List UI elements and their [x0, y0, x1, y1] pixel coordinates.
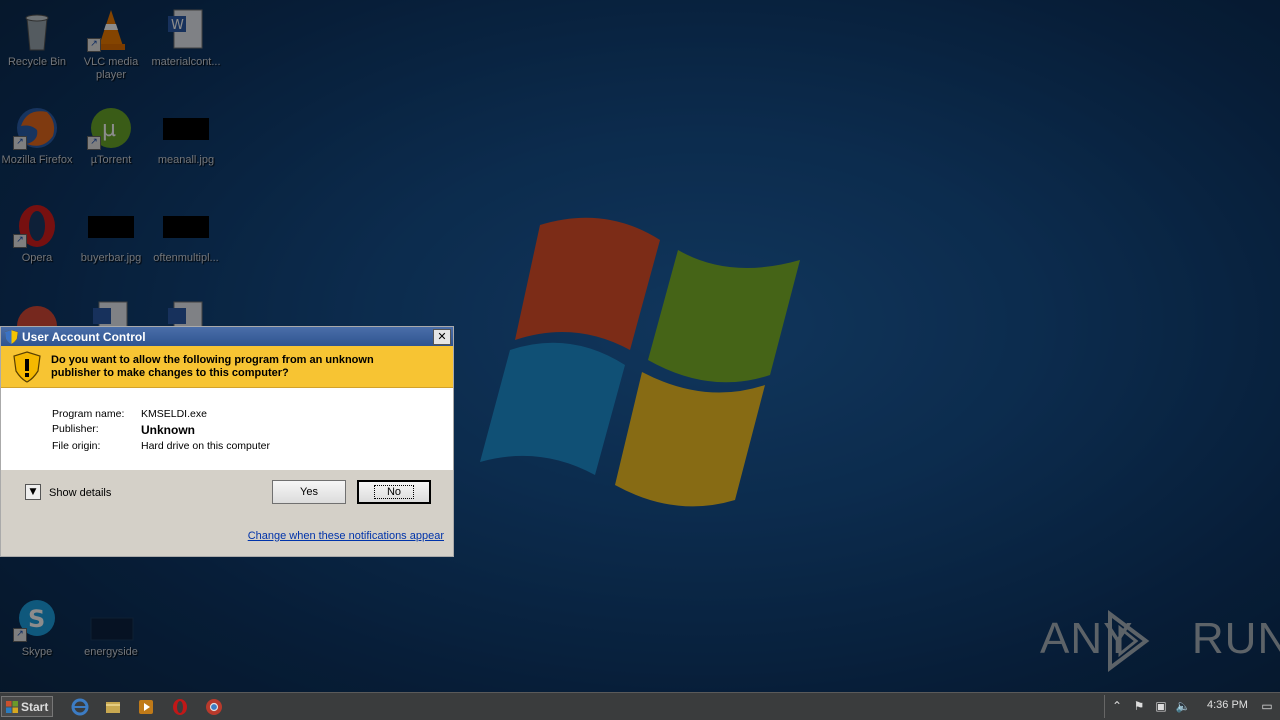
file-explorer-icon[interactable]: [104, 698, 122, 716]
svg-text:W: W: [171, 18, 184, 33]
image-thumbnail-icon: [87, 202, 135, 250]
file-origin-row: File origin: Hard drive on this computer: [52, 440, 270, 452]
svg-text:S: S: [28, 605, 45, 633]
uac-dialog: User Account Control ✕ Do you want to al…: [0, 326, 454, 557]
system-tray: ⌃ ⚑ ▣ 🔈 4:36 PM ▭: [1104, 695, 1278, 718]
publisher-row: Publisher: Unknown: [52, 423, 195, 437]
desktop-icon-oftenmultipl[interactable]: oftenmultipl...: [149, 202, 223, 265]
desktop-icon-opera[interactable]: ↗ Opera: [0, 202, 74, 265]
icon-label: buyerbar.jpg: [80, 252, 142, 264]
desktop-icon-vlc[interactable]: ↗ VLC media player: [74, 6, 148, 82]
show-details-label[interactable]: Show details: [49, 487, 111, 499]
desktop-icon-materialcont[interactable]: W materialcont...: [149, 6, 223, 69]
no-button-label: No: [373, 485, 415, 499]
firefox-icon: ↗: [13, 104, 61, 152]
icon-label: Skype: [21, 646, 53, 658]
icon-label: Opera: [21, 252, 53, 264]
icon-label: Mozilla Firefox: [1, 154, 73, 166]
image-thumbnail-icon: [87, 596, 135, 644]
chevron-down-icon: ▼: [29, 487, 37, 497]
image-thumbnail-icon: [162, 104, 210, 152]
icon-label: Recycle Bin: [7, 56, 67, 68]
internet-explorer-icon[interactable]: [71, 698, 89, 716]
uac-shield-icon: [5, 329, 18, 344]
action-center-flag-icon[interactable]: ⚑: [1131, 698, 1147, 714]
desktop-icon-energyside[interactable]: energyside: [74, 596, 148, 659]
uac-details: Program name: KMSELDI.exe Publisher: Unk…: [1, 388, 453, 470]
taskbar-clock[interactable]: 4:36 PM: [1207, 699, 1248, 711]
windows-logo-wallpaper: [480, 217, 800, 507]
shortcut-arrow-icon: ↗: [87, 136, 101, 150]
icon-label: oftenmultipl...: [153, 252, 219, 264]
windows-flag-icon: [6, 700, 18, 713]
shortcut-arrow-icon: ↗: [13, 234, 27, 248]
change-notifications-link[interactable]: Change when these notifications appear: [248, 530, 444, 542]
publisher-label: Publisher:: [52, 423, 99, 435]
icon-label: meanall.jpg: [157, 154, 215, 166]
desktop-icon-buyerbar[interactable]: buyerbar.jpg: [74, 202, 148, 265]
desktop-icon-utorrent[interactable]: µ ↗ µTorrent: [74, 104, 148, 167]
program-name-value: KMSELDI.exe: [141, 408, 207, 420]
skype-icon: S ↗: [13, 596, 61, 644]
chrome-taskbar-icon[interactable]: [205, 698, 223, 716]
publisher-value: Unknown: [141, 423, 195, 437]
utorrent-icon: µ ↗: [87, 104, 135, 152]
show-desktop-icon[interactable]: ▭: [1259, 698, 1275, 714]
shortcut-arrow-icon: ↗: [87, 38, 101, 52]
taskbar: Start ⌃ ⚑ ▣ 🔈 4:36 PM ▭: [0, 692, 1280, 720]
icon-label: energyside: [84, 646, 138, 658]
desktop-icon-skype[interactable]: S ↗ Skype: [0, 596, 74, 659]
show-hidden-icons-icon[interactable]: ⌃: [1109, 698, 1125, 714]
icon-label: µTorrent: [90, 154, 132, 166]
file-origin-label: File origin:: [52, 440, 101, 452]
recycle-bin-icon: [13, 6, 61, 54]
uac-title: User Account Control: [22, 329, 146, 344]
uac-title-bar: User Account Control: [1, 327, 453, 346]
image-thumbnail-icon: [162, 202, 210, 250]
start-button[interactable]: Start: [1, 696, 53, 717]
desktop-icon-recycle-bin[interactable]: Recycle Bin: [0, 6, 74, 69]
opera-taskbar-icon[interactable]: [171, 698, 189, 716]
no-button[interactable]: No: [357, 480, 431, 504]
show-details-toggle[interactable]: ▼: [25, 484, 41, 500]
opera-icon: ↗: [13, 202, 61, 250]
uac-warning-header: Do you want to allow the following progr…: [1, 346, 453, 388]
shortcut-arrow-icon: ↗: [13, 628, 27, 642]
media-player-icon[interactable]: [137, 698, 155, 716]
volume-icon[interactable]: 🔈: [1175, 698, 1191, 714]
yes-button[interactable]: Yes: [272, 480, 346, 504]
uac-question: Do you want to allow the following progr…: [51, 353, 374, 379]
desktop-icon-meanall[interactable]: meanall.jpg: [149, 104, 223, 167]
svg-text:µ: µ: [102, 117, 116, 142]
word-document-icon: W: [162, 6, 210, 54]
desktop-icon-firefox[interactable]: ↗ Mozilla Firefox: [0, 104, 74, 167]
vlc-cone-icon: ↗: [87, 6, 135, 54]
watermark-text: ANY RUN: [1040, 614, 1280, 663]
close-button[interactable]: ✕: [433, 329, 451, 345]
network-icon[interactable]: ▣: [1153, 698, 1169, 714]
program-name-label: Program name:: [52, 408, 125, 420]
icon-label: materialcont...: [151, 56, 221, 68]
uac-footer: ▼ Show details Yes No Change when these …: [1, 470, 453, 558]
shortcut-arrow-icon: ↗: [13, 136, 27, 150]
icon-label: VLC media player: [83, 56, 139, 81]
program-name-row: Program name: KMSELDI.exe: [52, 408, 207, 420]
file-origin-value: Hard drive on this computer: [141, 440, 270, 452]
warning-shield-icon: [13, 350, 41, 383]
start-label: Start: [21, 699, 49, 714]
